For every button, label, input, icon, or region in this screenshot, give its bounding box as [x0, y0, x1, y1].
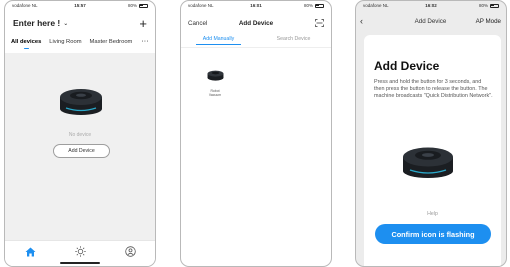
scan-icon[interactable] — [284, 19, 324, 27]
status-bar: vodafone NL 16:02 80% — [356, 1, 506, 10]
cancel-button[interactable]: Cancel — [188, 20, 228, 27]
robot-vacuum-image — [60, 89, 102, 115]
profile-icon[interactable] — [124, 246, 136, 258]
robot-vacuum-icon — [207, 70, 223, 81]
chevron-down-icon[interactable]: ⌄ — [63, 20, 68, 27]
device-type-label-line2: Vacuum — [208, 93, 222, 98]
carrier-text: vodafone NL — [188, 3, 214, 8]
back-chevron-icon[interactable]: ‹ — [360, 16, 400, 26]
tab-all-devices[interactable]: All devices — [11, 39, 41, 49]
nav-bar: ‹ Add Device AP Mode — [356, 12, 506, 30]
more-icon[interactable]: ··· — [142, 39, 149, 45]
empty-state-text: No device — [68, 132, 92, 138]
page-title: Add Device — [414, 17, 447, 25]
device-type-robot-vacuum[interactable]: Robot Vacuum — [201, 67, 229, 97]
add-device-screen: vodafone NL 16:01 80% Cancel Add Device … — [180, 0, 332, 267]
carrier-text: vodafone NL — [12, 3, 38, 8]
help-link[interactable]: Help — [364, 211, 501, 217]
home-indicator — [60, 262, 100, 264]
ap-mode-screen: vodafone NL 16:02 80% ‹ Add Device AP Mo… — [355, 0, 507, 267]
status-bar: vodafone NL 16:01 80% — [181, 1, 331, 10]
tab-master-bedroom[interactable]: Master Bedroom — [90, 39, 133, 45]
home-selector[interactable]: Enter here ! — [13, 18, 60, 28]
sun-icon[interactable] — [74, 246, 86, 258]
tab-add-manually[interactable]: Add Manually — [181, 34, 256, 47]
robot-vacuum-image — [403, 147, 453, 178]
tab-search-device[interactable]: Search Device — [256, 34, 331, 47]
tab-living-room[interactable]: Living Room — [49, 39, 81, 45]
clock: 16:02 — [425, 3, 437, 8]
battery-icon — [138, 3, 148, 8]
battery-icon — [314, 3, 324, 8]
clock: 16:01 — [250, 3, 262, 8]
add-mode-tabs: Add Manually Search Device — [181, 34, 331, 48]
status-bar: vodafone NL 15:57 80% — [5, 1, 155, 10]
card-heading: Add Device — [374, 59, 440, 73]
nav-bar: Cancel Add Device — [181, 13, 331, 33]
carrier-text: vodafone NL — [363, 3, 389, 8]
instruction-card: Add Device Press and hold the button for… — [364, 35, 501, 266]
battery-percent: 80% — [303, 3, 313, 8]
room-tabs: All devices Living Room Master Bedroom ·… — [5, 34, 155, 50]
battery-icon — [489, 3, 499, 8]
add-device-button[interactable]: Add Device — [53, 144, 110, 158]
page-title: Add Device — [238, 19, 274, 27]
battery-percent: 80% — [478, 3, 488, 8]
confirm-flashing-button[interactable]: Confirm icon is flashing — [375, 224, 491, 244]
clock: 15:57 — [74, 3, 86, 8]
battery-percent: 80% — [127, 3, 137, 8]
home-screen: vodafone NL 15:57 80% Enter here ! ⌄ + A… — [4, 0, 156, 267]
device-list-area: No device Add Device — [5, 53, 155, 240]
ap-mode-button[interactable]: AP Mode — [461, 18, 501, 25]
add-icon[interactable]: + — [139, 17, 147, 30]
home-header: Enter here ! ⌄ + — [5, 13, 155, 33]
home-icon[interactable] — [24, 246, 36, 258]
instruction-text: Press and hold the button for 3 seconds,… — [374, 79, 493, 100]
